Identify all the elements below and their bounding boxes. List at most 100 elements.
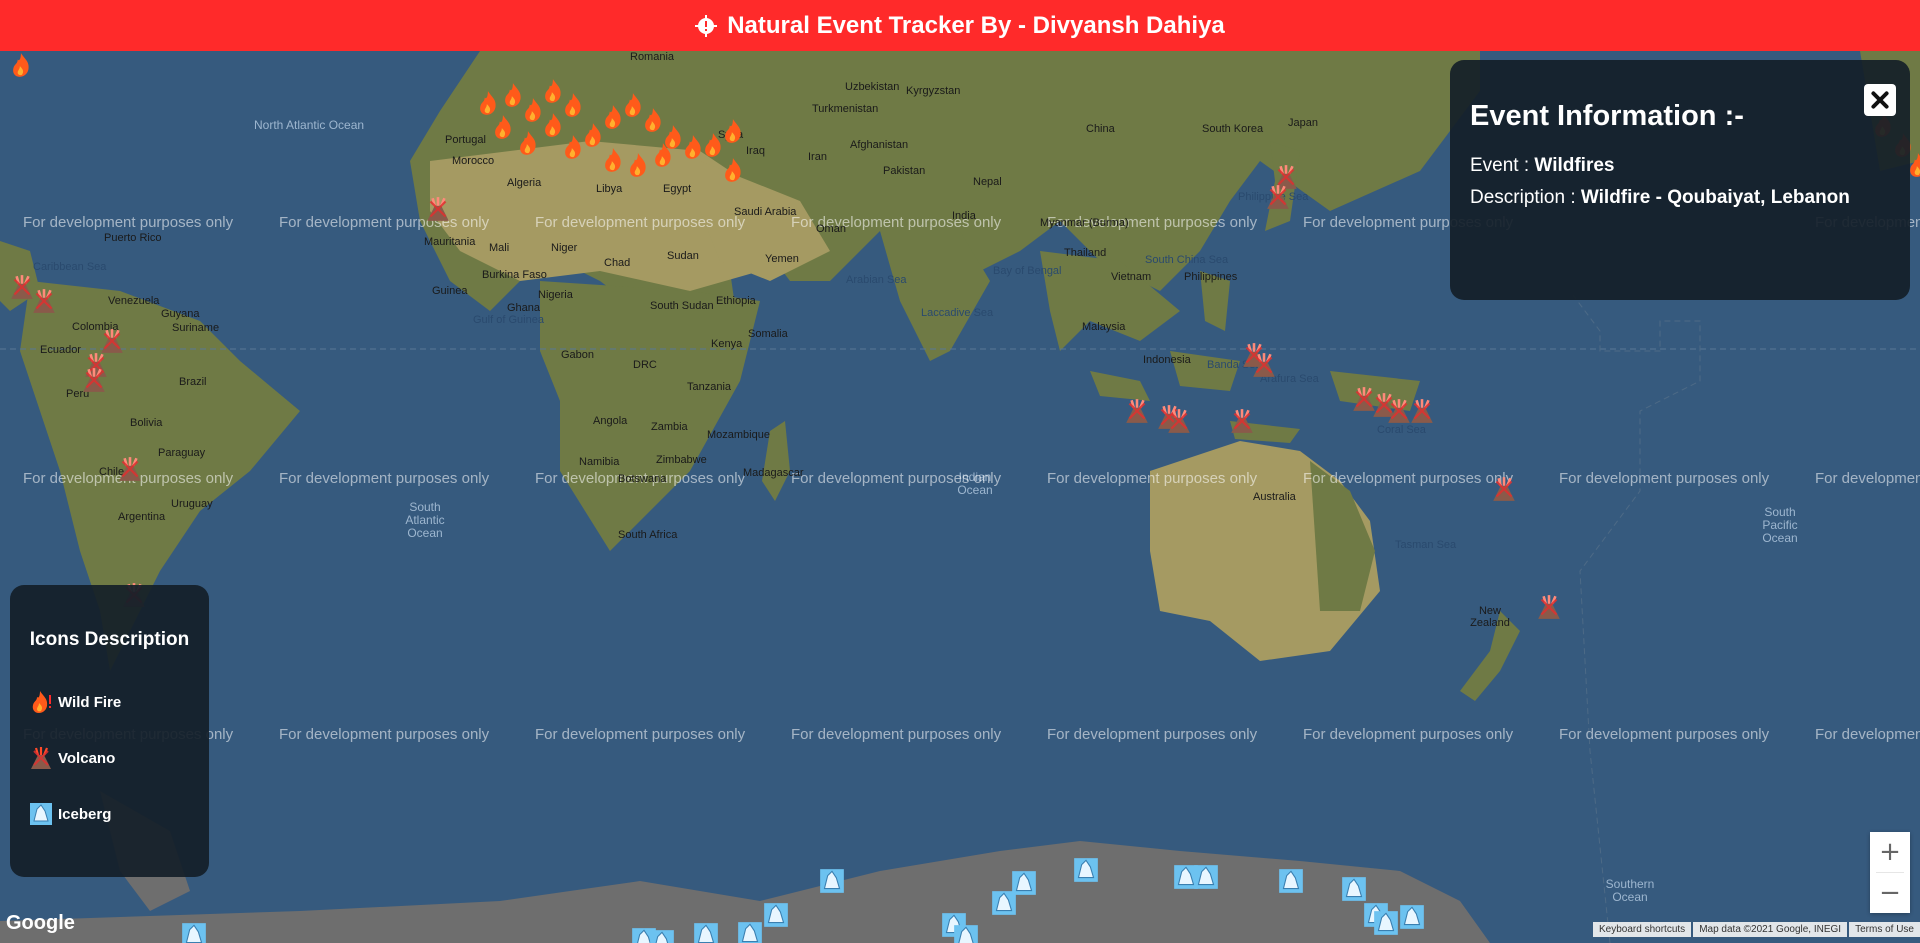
place-label: Portugal [445, 134, 486, 146]
legend-label: Wild Fire [58, 693, 122, 711]
place-label: Ecuador [40, 344, 81, 356]
iceberg-marker[interactable] [1072, 856, 1100, 884]
place-label: DRC [633, 359, 657, 371]
volcano-marker[interactable] [80, 366, 108, 394]
place-label: Ghana [507, 302, 541, 314]
place-label: Zambia [651, 421, 688, 433]
volcano-marker[interactable] [1264, 183, 1292, 211]
sea-label: Arabian Sea [846, 274, 907, 286]
place-label: Brazil [179, 376, 207, 388]
iceberg-marker[interactable] [1010, 869, 1038, 897]
place-label: Indonesia [1143, 354, 1191, 366]
legend-item-iceberg: Iceberg [28, 801, 191, 827]
place-label: Japan [1288, 117, 1318, 129]
place-label: Libya [596, 183, 623, 195]
place-label: Nigeria [538, 289, 573, 301]
legend-item-volcano: Volcano [28, 745, 191, 771]
ocean-label: North Atlantic Ocean [254, 118, 365, 132]
keyboard-shortcuts-link[interactable]: Keyboard shortcuts [1593, 922, 1692, 937]
volcano-marker[interactable] [30, 287, 58, 315]
legend-label: Volcano [58, 749, 116, 767]
iceberg-marker[interactable] [692, 921, 720, 943]
place-label: South Korea [1202, 123, 1264, 135]
wildfire-marker[interactable] [720, 156, 748, 184]
place-label: New Zealand [1470, 605, 1510, 629]
ocean-label: South Pacific Ocean [1762, 505, 1798, 545]
place-label: Uruguay [171, 498, 213, 510]
app-root: Natural Event Tracker By - Divyansh Dahi… [0, 0, 1920, 943]
iceberg-marker[interactable] [818, 867, 846, 895]
iceberg-marker[interactable] [1340, 875, 1368, 903]
place-label: Mauritania [424, 236, 476, 248]
app-title: Natural Event Tracker By - Divyansh Dahi… [727, 11, 1225, 39]
volcano-marker[interactable] [1535, 593, 1563, 621]
sea-label: Gulf of Guinea [473, 314, 544, 326]
place-label: Iraq [746, 145, 765, 157]
close-icon [1871, 91, 1889, 109]
legend-item-wildfire: Wild Fire [28, 689, 191, 715]
volcano-marker[interactable] [1123, 397, 1151, 425]
close-button[interactable] [1864, 84, 1896, 116]
ocean-label: Indian Ocean [957, 470, 993, 497]
place-label: South Sudan [650, 300, 714, 312]
zoom-out-button[interactable]: − [1870, 873, 1910, 913]
wildfire-icon [28, 689, 54, 715]
place-label: Guinea [432, 285, 468, 297]
wildfire-marker[interactable] [650, 141, 678, 169]
sea-label: Tasman Sea [1395, 539, 1457, 551]
iceberg-marker[interactable] [1372, 909, 1400, 937]
place-label: Iran [808, 151, 827, 163]
wildfire-marker[interactable] [720, 117, 748, 145]
iceberg-marker[interactable] [1398, 903, 1426, 931]
place-label: Guyana [161, 308, 200, 320]
volcano-marker[interactable] [1490, 475, 1518, 503]
iceberg-icon [28, 801, 54, 827]
event-label: Event : [1470, 155, 1535, 176]
description-row: Description : Wildfire - Qoubaiyat, Leba… [1470, 187, 1890, 209]
place-label: Ethiopia [716, 295, 756, 307]
place-label: Paraguay [158, 447, 206, 459]
place-label: Myanmar (Burma) [1040, 217, 1129, 229]
place-label: Chad [604, 257, 631, 269]
place-label: Romania [630, 51, 675, 63]
place-label: Zimbabwe [656, 454, 707, 466]
place-label: Venezuela [108, 295, 160, 307]
volcano-marker[interactable] [116, 455, 144, 483]
wildfire-marker[interactable] [490, 113, 518, 141]
place-label: Australia [1253, 491, 1296, 503]
terms-of-use-link[interactable]: Terms of Use [1849, 922, 1920, 937]
zoom-in-button[interactable]: + [1870, 832, 1910, 872]
app-logo-icon [695, 14, 718, 37]
iceberg-marker[interactable] [180, 921, 208, 943]
legend-heading: Icons Description [29, 629, 190, 650]
wildfire-marker[interactable] [515, 129, 543, 157]
ocean-label: South Atlantic Ocean [405, 500, 445, 540]
volcano-marker[interactable] [424, 195, 452, 223]
place-label: Algeria [507, 177, 542, 189]
sea-label: Bay of Bengal [993, 265, 1062, 277]
place-label: Kyrgyzstan [906, 85, 961, 97]
iceberg-marker[interactable] [648, 928, 676, 943]
iceberg-marker[interactable] [952, 923, 980, 943]
place-label: Botswana [618, 473, 667, 485]
wildfire-marker[interactable] [600, 146, 628, 174]
icons-legend: Icons Description Wild Fire Volcano Iceb… [10, 585, 209, 877]
iceberg-marker[interactable] [736, 920, 764, 943]
place-label: Kenya [711, 338, 743, 350]
place-label: Thailand [1064, 247, 1107, 259]
app-header: Natural Event Tracker By - Divyansh Dahi… [0, 0, 1920, 51]
place-label: Suriname [172, 322, 220, 334]
wildfire-marker[interactable] [625, 151, 653, 179]
place-label: Angola [593, 415, 628, 427]
iceberg-marker[interactable] [1277, 867, 1305, 895]
volcano-marker[interactable] [1408, 397, 1436, 425]
wildfire-marker[interactable] [8, 51, 36, 79]
place-label: Niger [551, 242, 578, 254]
zoom-control: + − [1870, 832, 1910, 913]
place-label: Argentina [118, 511, 166, 523]
iceberg-marker[interactable] [1192, 863, 1220, 891]
volcano-marker[interactable] [1165, 407, 1193, 435]
iceberg-marker[interactable] [762, 901, 790, 929]
volcano-marker[interactable] [1228, 407, 1256, 435]
volcano-marker[interactable] [1250, 351, 1278, 379]
